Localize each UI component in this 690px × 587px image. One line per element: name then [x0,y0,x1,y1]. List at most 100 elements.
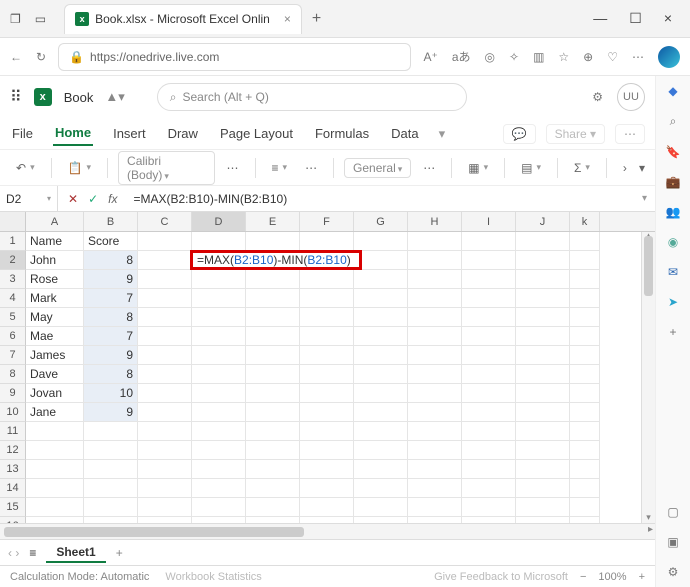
cell[interactable] [516,289,570,308]
text-size-icon[interactable]: aあ [452,48,471,65]
grid-row[interactable]: 9Jovan10 [0,384,655,403]
spreadsheet-grid[interactable]: A B C D E F G H I J k 1NameScore2John83R… [0,212,655,539]
cell[interactable]: Name [26,232,84,251]
cell[interactable] [570,270,600,289]
cell[interactable]: James [26,346,84,365]
cell[interactable]: 7 [84,289,138,308]
cell[interactable] [192,346,246,365]
app-launcher-icon[interactable]: ⠿ [10,87,22,107]
cell[interactable] [300,308,354,327]
col-header[interactable]: I [462,212,516,231]
new-tab-button[interactable]: + [312,10,321,28]
workbook-stats[interactable]: Workbook Statistics [165,571,261,583]
pane-2-icon[interactable]: ▣ [667,535,678,549]
copilot-pane-icon[interactable]: ◉ [668,235,678,249]
cell[interactable] [246,365,300,384]
cell[interactable] [570,232,600,251]
tag-icon[interactable]: 🔖 [666,145,681,159]
cell[interactable] [354,308,408,327]
cell[interactable] [462,422,516,441]
cell[interactable] [462,365,516,384]
cell[interactable]: John [26,251,84,270]
cell[interactable]: 10 [84,384,138,403]
cell[interactable] [192,232,246,251]
split-icon[interactable]: ▥ [533,50,544,64]
doc-name[interactable]: Book [64,90,94,105]
cell[interactable] [246,422,300,441]
fx-icon[interactable]: fx [108,192,117,206]
cell[interactable] [246,308,300,327]
cell[interactable] [516,232,570,251]
cell[interactable] [516,460,570,479]
cell[interactable] [246,346,300,365]
cell[interactable] [138,460,192,479]
vertical-scrollbar[interactable]: ▴ ▾ [641,232,655,523]
search-pane-icon[interactable]: ⌕ [670,114,677,129]
scroll-right-icon[interactable]: ▸ [648,524,653,535]
cell[interactable] [516,251,570,270]
cell[interactable] [570,327,600,346]
cell[interactable] [300,327,354,346]
cell[interactable] [138,232,192,251]
outlook-icon[interactable]: ✉ [668,265,678,279]
cell[interactable] [192,327,246,346]
cell[interactable] [354,403,408,422]
cell[interactable] [192,441,246,460]
tab-actions-icon[interactable]: ▭ [35,12,46,26]
row-header[interactable]: 2 [0,251,26,270]
grid-row[interactable]: 4Mark7 [0,289,655,308]
cell[interactable] [570,384,600,403]
hscroll-thumb[interactable] [4,527,304,537]
cell[interactable] [462,479,516,498]
cell[interactable] [192,403,246,422]
cell[interactable] [462,403,516,422]
cell[interactable] [354,498,408,517]
feedback-link[interactable]: Give Feedback to Microsoft [434,571,568,583]
cell[interactable] [462,327,516,346]
col-header[interactable]: B [84,212,138,231]
row-header[interactable]: 10 [0,403,26,422]
cell[interactable] [570,365,600,384]
formula-input[interactable]: =MAX(B2:B10)-MIN(B2:B10) [127,186,634,211]
number-format-select[interactable]: General [344,158,411,178]
cell[interactable] [354,441,408,460]
cell[interactable] [408,232,462,251]
close-tab-icon[interactable]: × [284,12,291,26]
cell[interactable] [570,422,600,441]
cell[interactable] [462,384,516,403]
cell[interactable] [300,346,354,365]
cell[interactable] [570,308,600,327]
cell[interactable]: 7 [84,327,138,346]
cell[interactable] [300,403,354,422]
saved-indicator-icon[interactable]: ▲▾ [105,89,124,105]
cell[interactable]: 9 [84,403,138,422]
cell[interactable] [192,308,246,327]
cell[interactable] [138,327,192,346]
cell[interactable] [246,251,300,270]
cell[interactable] [408,498,462,517]
cell[interactable] [138,289,192,308]
cell[interactable] [246,232,300,251]
cell[interactable] [192,422,246,441]
cell[interactable] [408,422,462,441]
cell[interactable] [84,460,138,479]
cell[interactable] [516,384,570,403]
cell[interactable] [516,441,570,460]
cell[interactable] [138,441,192,460]
cell[interactable] [516,422,570,441]
cell[interactable] [246,289,300,308]
extensions-icon[interactable]: ✧ [509,50,519,64]
cell[interactable] [138,308,192,327]
cell[interactable] [138,479,192,498]
col-header[interactable]: H [408,212,462,231]
col-header[interactable]: k [570,212,600,231]
cell[interactable] [26,479,84,498]
maximize-icon[interactable]: ☐ [629,10,642,27]
formula-accept-icon[interactable]: ✓ [88,192,98,206]
cell[interactable] [192,365,246,384]
tab-data[interactable]: Data [389,122,420,145]
cell[interactable] [408,460,462,479]
undo-button[interactable]: ↶ [10,158,41,178]
cell[interactable] [408,346,462,365]
paste-button[interactable]: 📋 [62,158,97,178]
